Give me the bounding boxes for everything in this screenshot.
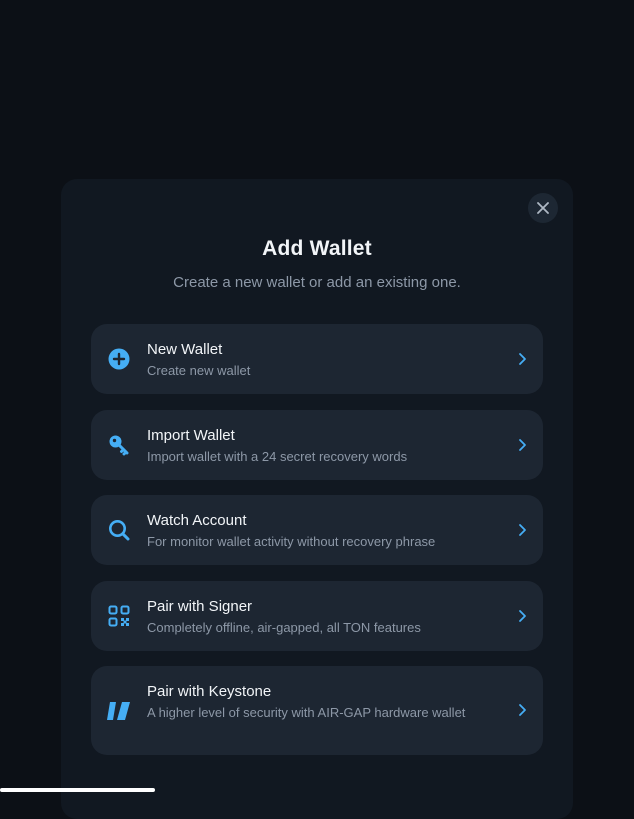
option-description: Completely offline, air-gapped, all TON … [147,620,421,635]
option-label: New Wallet [147,341,223,358]
chevron-right-icon [517,352,527,366]
pair-keystone-option[interactable]: Pair with Keystone A higher level of sec… [91,666,543,755]
new-wallet-option[interactable]: New Wallet Create new wallet [91,324,543,394]
close-button[interactable] [528,193,558,223]
keystone-icon [107,699,131,723]
option-description: A higher level of security with AIR-GAP … [147,705,466,720]
watch-account-option[interactable]: Watch Account For monitor wallet activit… [91,495,543,565]
add-wallet-modal: Add Wallet Create a new wallet or add an… [61,179,573,819]
home-indicator [0,788,155,792]
key-icon [107,433,131,457]
chevron-right-icon [517,609,527,623]
close-icon [537,202,549,214]
qr-code-icon [107,604,131,628]
option-label: Pair with Keystone [147,683,272,700]
plus-circle-icon [107,347,131,371]
option-label: Import Wallet [147,427,235,444]
modal-subtitle: Create a new wallet or add an existing o… [173,274,461,291]
option-label: Pair with Signer [147,598,253,615]
chevron-right-icon [517,703,527,717]
import-wallet-option[interactable]: Import Wallet Import wallet with a 24 se… [91,410,543,480]
modal-title: Add Wallet [262,237,372,260]
pair-signer-option[interactable]: Pair with Signer Completely offline, air… [91,581,543,651]
chevron-right-icon [517,523,527,537]
option-label: Watch Account [147,512,247,529]
chevron-right-icon [517,438,527,452]
option-description: For monitor wallet activity without reco… [147,534,436,549]
option-description: Import wallet with a 24 secret recovery … [147,449,408,464]
magnifier-icon [107,518,131,542]
option-description: Create new wallet [147,363,251,378]
